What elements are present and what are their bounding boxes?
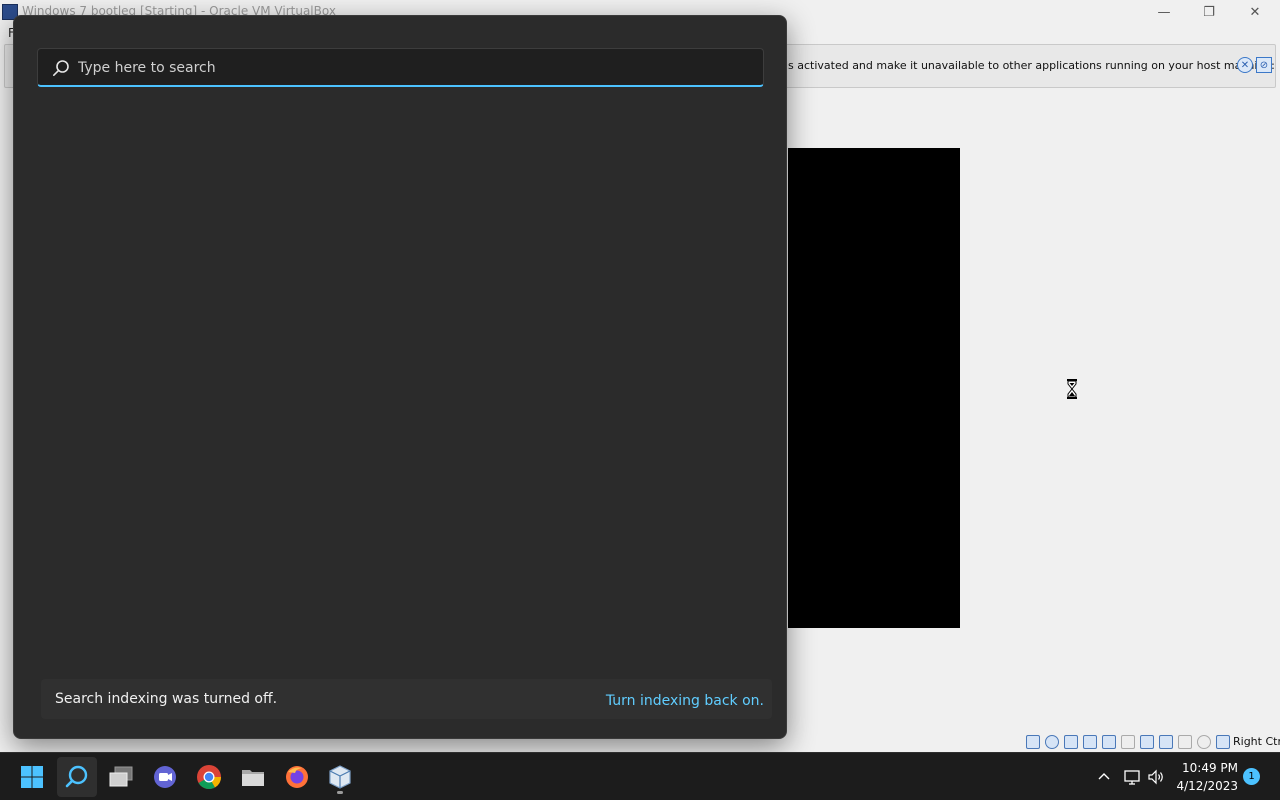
start-button[interactable] <box>12 757 52 797</box>
file-explorer-icon <box>242 770 264 786</box>
notice-close-icon[interactable]: ✕ <box>1237 57 1253 73</box>
search-input[interactable] <box>78 49 748 86</box>
notification-badge[interactable]: 1 <box>1243 768 1260 785</box>
audio-status-icon[interactable] <box>1064 735 1078 749</box>
clock-time: 10:49 PM <box>1182 761 1238 775</box>
taskbar-search-icon <box>65 765 88 788</box>
network-status-icon[interactable] <box>1083 735 1097 749</box>
teams-chat-icon <box>154 766 176 788</box>
shared-folders-status-icon[interactable] <box>1121 735 1135 749</box>
search-icon <box>52 60 69 77</box>
chrome-button[interactable] <box>189 757 229 797</box>
system-clock[interactable]: 10:49 PM 4/12/2023 <box>1172 759 1238 795</box>
firefox-icon <box>286 766 308 788</box>
firefox-button[interactable] <box>277 757 317 797</box>
chrome-icon <box>197 765 221 790</box>
cpu-status-icon[interactable] <box>1178 735 1192 749</box>
search-box[interactable] <box>37 48 764 87</box>
taskbar: 10:49 PM 4/12/2023 1 <box>0 752 1280 800</box>
vm-display[interactable] <box>788 148 960 628</box>
host-key-label: Right Ctrl <box>1233 735 1280 748</box>
file-explorer-button[interactable] <box>233 757 273 797</box>
hourglass-cursor-icon <box>1067 379 1077 399</box>
indexing-notice: Search indexing was turned off. Turn ind… <box>41 679 772 719</box>
recording-status-icon[interactable] <box>1159 735 1173 749</box>
mouse-integration-status-icon[interactable] <box>1197 735 1211 749</box>
network-icon[interactable] <box>1122 767 1142 787</box>
usb-status-icon[interactable] <box>1102 735 1116 749</box>
turn-indexing-on-link[interactable]: Turn indexing back on. <box>606 693 764 709</box>
restore-button[interactable]: ❐ <box>1186 0 1232 24</box>
start-icon <box>21 766 43 788</box>
vbox-notice-text: s activated and make it unavailable to o… <box>788 59 1275 72</box>
task-view-button[interactable] <box>101 757 141 797</box>
indexing-message: Search indexing was turned off. <box>55 691 278 707</box>
volume-icon[interactable] <box>1146 767 1166 787</box>
clock-date: 4/12/2023 <box>1176 779 1238 793</box>
teams-chat-button[interactable] <box>145 757 185 797</box>
minimize-button[interactable]: — <box>1141 0 1187 24</box>
hdd-status-icon[interactable] <box>1026 735 1040 749</box>
search-flyout: Search indexing was turned off. Turn ind… <box>13 15 787 739</box>
notice-dont-show-icon[interactable]: ⊘ <box>1256 57 1272 73</box>
optical-drive-status-icon[interactable] <box>1045 735 1059 749</box>
running-indicator <box>337 791 343 794</box>
virtualbox-icon <box>329 765 351 789</box>
show-hidden-icons-icon[interactable] <box>1094 767 1114 787</box>
taskbar-search-button[interactable] <box>57 757 97 797</box>
display-status-icon[interactable] <box>1140 735 1154 749</box>
close-button[interactable]: ✕ <box>1232 0 1278 24</box>
keyboard-capture-status-icon[interactable] <box>1216 735 1230 749</box>
vbox-statusbar: Right Ctrl <box>1020 732 1280 752</box>
task-view-icon <box>109 766 133 787</box>
